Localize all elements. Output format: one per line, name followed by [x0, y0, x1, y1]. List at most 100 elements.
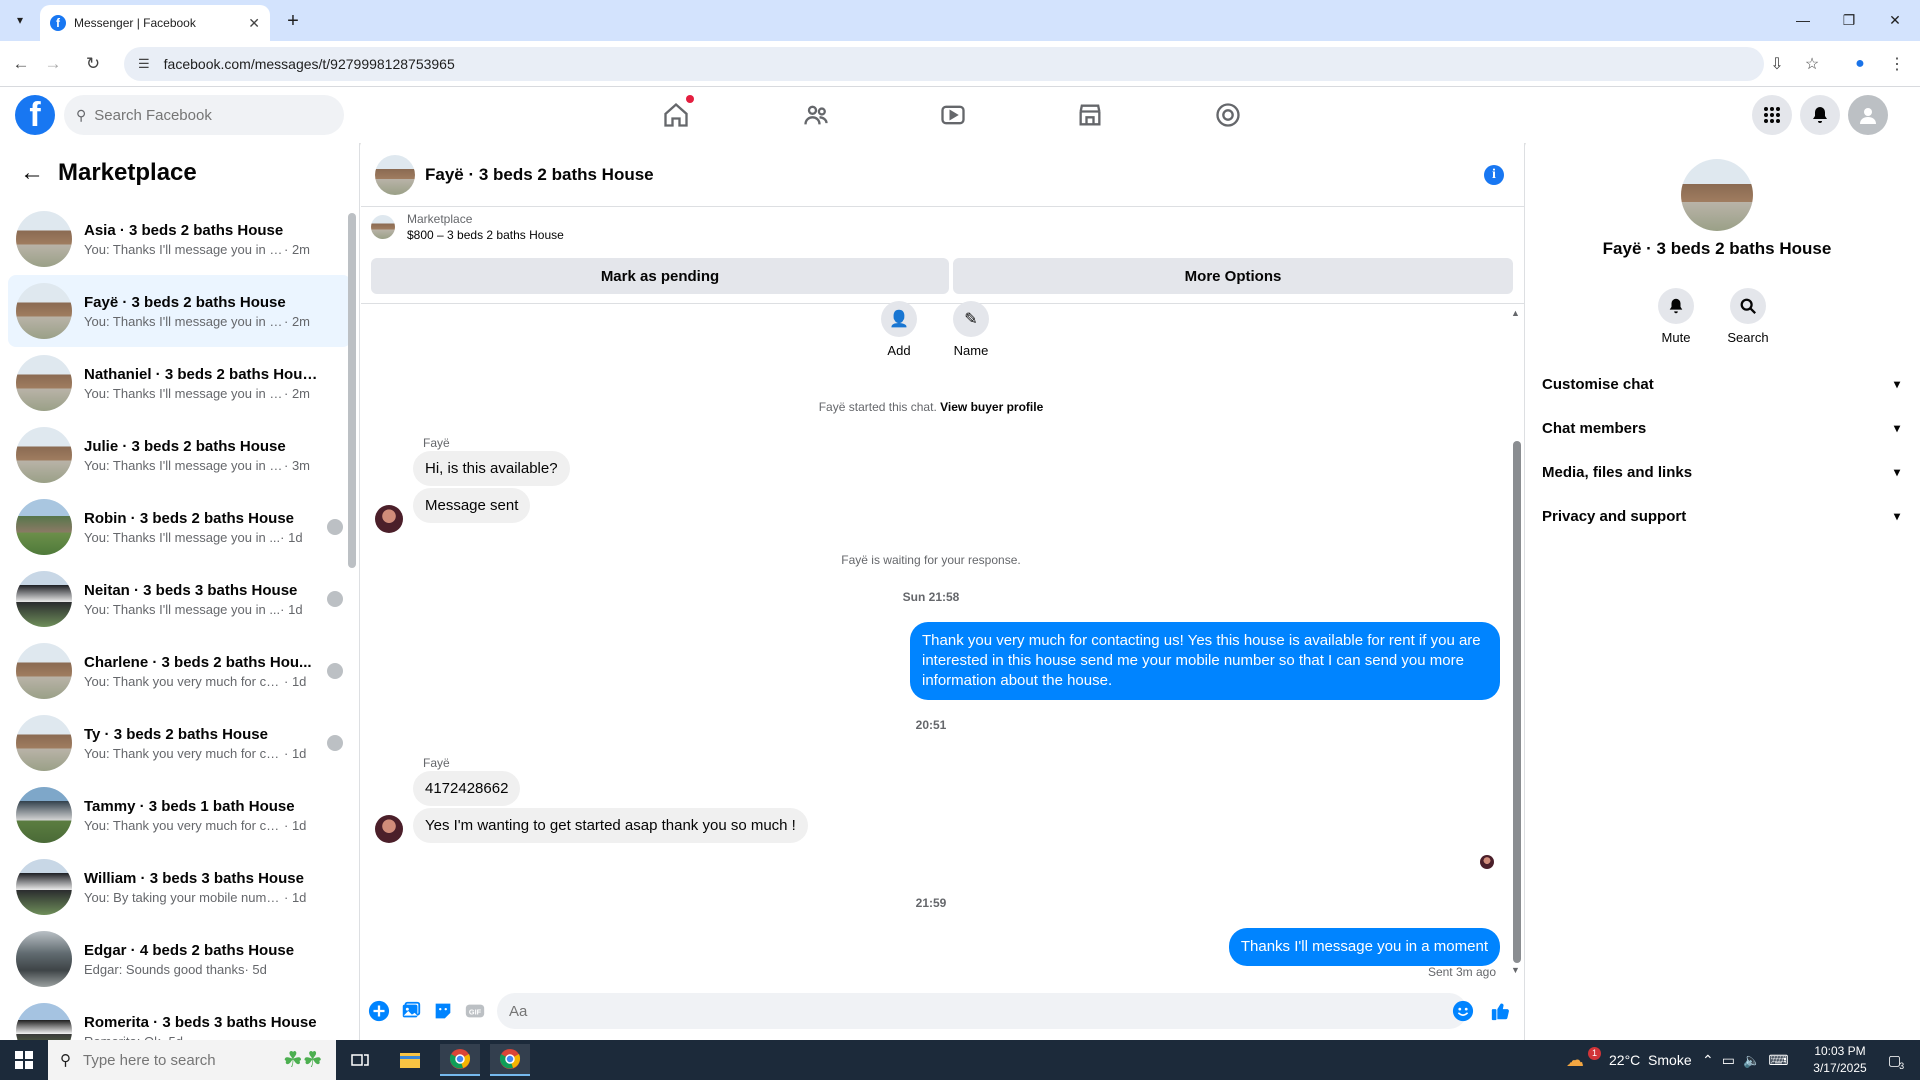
notification-center-icon[interactable]: ▢ 3	[1880, 1040, 1912, 1080]
section-label: Media, files and links	[1542, 463, 1693, 481]
name-chat-action[interactable]: ✎ Name	[941, 301, 1001, 358]
conversation-info: Charlene · 3 beds 2 baths Hou... You: Tha…	[84, 654, 319, 689]
conversation-item[interactable]: Tammy · 3 beds 1 bath House You: Thank yo…	[8, 779, 351, 851]
address-bar-row: ← → ↻ ☰ facebook.com/messages/t/92799981…	[0, 41, 1920, 87]
file-explorer-icon[interactable]	[390, 1044, 430, 1076]
weather-widget[interactable]: ☁ 1 22°C Smoke	[1566, 1040, 1692, 1080]
chat-thumbnail[interactable]	[375, 154, 415, 195]
site-info-icon[interactable]: ☰	[138, 56, 150, 72]
browser-menu-icon[interactable]: ⋮	[1884, 51, 1910, 77]
facebook-search-input[interactable]	[94, 106, 295, 124]
incoming-message[interactable]: 4172428662	[413, 771, 521, 806]
nav-gaming[interactable]	[1172, 95, 1284, 135]
taskbar-search[interactable]: ⚲ ☘☘	[48, 1040, 336, 1080]
plus-icon[interactable]	[367, 999, 391, 1023]
omnibox[interactable]: ☰ facebook.com/messages/t/92799981287539…	[124, 47, 1764, 81]
conversation-info: Tammy · 3 beds 1 bath House You: Thank yo…	[84, 798, 319, 833]
chat-profile-image[interactable]	[1681, 159, 1753, 231]
chevron-down-icon: ▾	[1893, 377, 1900, 391]
reload-icon[interactable]: ↻	[80, 51, 106, 77]
back-icon[interactable]: ←	[8, 51, 34, 77]
conversation-item[interactable]: William · 3 beds 3 baths House You: By ta…	[8, 851, 351, 923]
search-icon: ⚲	[76, 106, 87, 123]
forward-icon[interactable]: →	[40, 51, 66, 77]
conversation-item[interactable]: Neitan · 3 beds 3 baths House You: Thanks…	[8, 563, 351, 635]
info-icon[interactable]: i	[1484, 165, 1504, 185]
listing-banner[interactable]: Marketplace $800 – 3 beds 2 baths House	[361, 207, 1524, 247]
incoming-message[interactable]: Message sent	[413, 488, 531, 523]
conversation-info: Edgar · 4 beds 2 baths House Edgar: Sound…	[84, 942, 319, 977]
section-customise-chat[interactable]: Customise chat ▾	[1534, 366, 1908, 402]
task-view-icon[interactable]	[340, 1044, 380, 1076]
minimize-button[interactable]: —	[1780, 6, 1826, 34]
conversation-snippet: You: By taking your mobile number...	[84, 889, 284, 905]
chat-title[interactable]: Fayë · 3 beds 2 baths House	[425, 165, 654, 185]
browser-tab[interactable]: f Messenger | Facebook ✕	[40, 5, 270, 41]
mark-pending-button[interactable]: Mark as pending	[371, 258, 949, 294]
add-people-action[interactable]: 👤 Add	[869, 301, 929, 358]
gif-icon[interactable]: GIF	[463, 999, 487, 1023]
browser-tabstrip: ▾ f Messenger | Facebook ✕ + — ❐ ✕	[0, 0, 1920, 41]
section-chat-members[interactable]: Chat members ▾	[1534, 410, 1908, 446]
conversation-item[interactable]: Asia · 3 beds 2 baths House You: Thanks I…	[8, 203, 351, 275]
chrome-icon[interactable]	[440, 1044, 480, 1076]
search-in-chat-action[interactable]: Search	[1718, 288, 1778, 345]
chrome-icon-2[interactable]	[490, 1044, 530, 1076]
windows-start-icon[interactable]	[0, 1040, 48, 1080]
system-clock[interactable]: 10:03 PM 3/17/2025	[1805, 1043, 1875, 1077]
scroll-up-arrow-icon[interactable]: ▲	[1511, 308, 1520, 318]
outgoing-message[interactable]: Thank you very much for contacting us! Y…	[910, 622, 1500, 700]
volume-icon[interactable]: 🔈	[1743, 1052, 1760, 1069]
conversation-item[interactable]: Ty · 3 beds 2 baths House You: Thank you …	[8, 707, 351, 779]
conversation-item[interactable]: Robin · 3 beds 2 baths House You: Thanks …	[8, 491, 351, 563]
conversation-item[interactable]: Nathaniel · 3 beds 2 baths House You: Tha…	[8, 347, 351, 419]
section-privacy-support[interactable]: Privacy and support ▾	[1534, 498, 1908, 534]
bookmark-star-icon[interactable]: ☆	[1799, 51, 1825, 77]
sticker-icon[interactable]	[431, 999, 455, 1023]
conversation-item[interactable]: Romerita · 3 beds 3 baths HouseRomerita:…	[8, 995, 351, 1040]
facebook-logo-icon[interactable]: f	[15, 95, 55, 135]
network-icon[interactable]: ▭	[1722, 1052, 1735, 1069]
conversation-item[interactable]: Julie · 3 beds 2 baths House You: Thanks …	[8, 419, 351, 491]
chevron-up-icon[interactable]: ⌃	[1702, 1052, 1714, 1069]
message-input[interactable]	[497, 993, 1467, 1029]
gaming-icon	[1216, 103, 1240, 127]
inbox-scrollbar[interactable]	[348, 213, 356, 568]
outgoing-message[interactable]: Thanks I'll message you in a moment	[1228, 928, 1500, 966]
sender-avatar[interactable]	[375, 815, 403, 843]
tab-search-dropdown-icon[interactable]: ▾	[8, 8, 32, 32]
incoming-message[interactable]: Hi, is this available?	[413, 451, 570, 486]
more-options-button[interactable]: More Options	[953, 258, 1513, 294]
emoji-icon[interactable]	[1451, 999, 1475, 1023]
back-arrow-icon[interactable]: ←	[20, 159, 44, 187]
conversation-item[interactable]: Charlene · 3 beds 2 baths Hou... You: Tha…	[8, 635, 351, 707]
notifications-button[interactable]	[1800, 95, 1840, 135]
keyboard-icon[interactable]: ⌨	[1768, 1052, 1788, 1069]
section-media-files-links[interactable]: Media, files and links ▾	[1534, 454, 1908, 490]
taskbar-search-input[interactable]	[83, 1051, 283, 1069]
conversation-item[interactable]: Edgar · 4 beds 2 baths House Edgar: Sound…	[8, 923, 351, 995]
new-tab-button[interactable]: +	[280, 8, 306, 34]
chat-scrollbar[interactable]	[1513, 441, 1521, 963]
view-buyer-profile-link[interactable]: View buyer profile	[940, 400, 1043, 414]
profile-icon[interactable]: ●	[1847, 51, 1873, 77]
facebook-search[interactable]: ⚲	[64, 95, 344, 135]
photo-icon[interactable]	[399, 999, 423, 1023]
account-avatar[interactable]	[1848, 95, 1888, 135]
mute-action[interactable]: Mute	[1646, 288, 1706, 345]
scroll-down-arrow-icon[interactable]: ▼	[1511, 965, 1520, 975]
close-window-button[interactable]: ✕	[1872, 6, 1918, 34]
thumbs-up-icon[interactable]	[1489, 999, 1513, 1023]
close-tab-icon[interactable]: ✕	[248, 15, 260, 32]
menu-grid-button[interactable]	[1752, 95, 1792, 135]
nav-friends[interactable]	[760, 95, 872, 135]
sender-avatar[interactable]	[375, 505, 403, 533]
restore-button[interactable]: ❐	[1826, 6, 1872, 34]
nav-marketplace[interactable]	[1034, 95, 1146, 135]
conversation-item[interactable]: Fayë · 3 beds 2 baths House You: Thanks I…	[8, 275, 351, 347]
install-app-icon[interactable]: ⇩	[1764, 51, 1790, 77]
nav-home[interactable]	[620, 95, 732, 135]
nav-video[interactable]	[897, 95, 1009, 135]
url-text[interactable]: facebook.com/messages/t/9279998128753965	[164, 56, 455, 72]
incoming-message[interactable]: Yes I'm wanting to get started asap than…	[413, 808, 808, 843]
